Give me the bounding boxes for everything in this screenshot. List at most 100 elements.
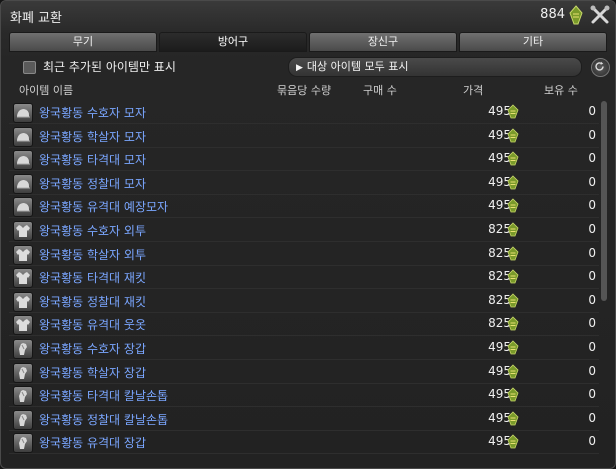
item-name[interactable]: 왕국황동 학살자 모자 [39,128,146,145]
list-item[interactable]: 왕국황동 학살자 장갑 495 0 [9,360,599,384]
item-list: 왕국황동 수호자 모자 495 0 왕국황동 학살자 모자 495 0 왕국황동 타격대 모… [9,100,599,464]
title-bar: 화폐 교환 884 [1,1,615,31]
coat-icon [13,291,33,312]
currency-icon [506,411,520,426]
item-name[interactable]: 왕국황동 유격대 예장모자 [39,198,168,215]
window-title: 화폐 교환 [10,11,62,26]
play-icon: ▶ [296,63,303,73]
list-item[interactable]: 왕국황동 수호자 모자 495 0 [9,100,599,124]
tab-armor[interactable]: 방어구 [159,32,307,52]
item-owned-count: 0 [588,222,596,236]
currency-icon [506,364,520,379]
currency-icon [506,387,520,402]
hat-icon [13,150,33,171]
list-item[interactable]: 왕국황동 정찰대 칼날손톱 495 0 [9,407,599,431]
tab-weapons[interactable]: 무기 [9,32,157,52]
column-header: 아이템 이름 묶음당 수량 구매 수 가격 보유 수 [1,81,615,99]
currency-icon [506,340,520,355]
coat-icon [13,221,33,241]
scrollbar[interactable] [601,101,607,301]
list-item[interactable]: 왕국황동 수호자 장갑 495 0 [9,336,599,360]
list-item[interactable]: 왕국황동 정찰대 모자 495 0 [9,171,599,195]
recent-items-checkbox[interactable] [23,61,36,74]
glove-icon [13,339,33,359]
coat-icon [13,244,33,265]
coat-icon [13,268,33,289]
item-owned-count: 0 [588,198,596,213]
hat-icon [13,126,33,147]
filter-row: 최근 추가된 아이템만 표시 ▶ 대상 아이템 모두 표시 [1,56,615,78]
glove-icon [13,362,33,383]
settings-icon[interactable] [589,4,611,26]
item-owned-count: 0 [588,127,596,142]
item-name[interactable]: 왕국황동 정찰대 모자 [39,175,146,192]
item-name[interactable]: 왕국황동 수호자 모자 [39,104,146,121]
list-item[interactable]: 왕국황동 학살자 외투 825 0 [9,242,599,266]
glove-icon [13,433,33,454]
list-item[interactable]: 왕국황동 정찰대 재킷 825 0 [9,289,599,313]
column-bundle-qty: 묶음당 수량 [277,84,332,97]
item-name[interactable]: 왕국황동 타격대 모자 [39,151,146,168]
coat-icon [13,315,33,336]
glove-icon [13,409,33,430]
item-name[interactable]: 왕국황동 수호자 외투 [39,222,146,239]
item-name[interactable]: 왕국황동 학살자 외투 [39,246,146,263]
item-owned-count: 0 [588,269,596,284]
list-item[interactable]: 왕국황동 유격대 웃옷 825 0 [9,312,599,337]
currency-icon [506,128,520,143]
currency-icon [506,434,520,449]
item-name[interactable]: 왕국황동 정찰대 칼날손톱 [39,411,168,428]
list-item[interactable]: 왕국황동 타격대 칼날손톱 495 0 [9,383,599,408]
item-owned-count: 0 [588,363,596,378]
column-owned: 보유 수 [544,84,578,97]
glove-icon [13,386,33,407]
item-owned-count: 0 [588,387,596,402]
item-owned-count: 0 [588,292,596,307]
currency-icon [506,198,520,213]
item-owned-count: 0 [588,174,596,189]
item-name[interactable]: 왕국황동 학살자 장갑 [39,364,146,381]
currency-icon [506,104,520,119]
hat-icon [13,173,33,194]
item-owned-count: 0 [588,151,596,166]
item-owned-count: 0 [588,245,596,260]
currency-icon [506,246,520,261]
currency-icon [506,316,520,331]
currency-icon [569,5,583,25]
item-owned-count: 0 [588,410,596,425]
refresh-button[interactable] [591,58,610,77]
currency-icon [506,222,520,237]
item-owned-count: 0 [588,104,596,118]
item-name[interactable]: 왕국황동 수호자 장갑 [39,340,146,357]
show-all-items-button[interactable]: ▶ 대상 아이템 모두 표시 [288,57,582,77]
refresh-icon [595,61,604,71]
currency-icon [506,269,520,284]
hat-icon [13,103,33,123]
list-item[interactable]: 왕국황동 유격대 예장모자 495 0 [9,194,599,219]
item-owned-count: 0 [588,316,596,331]
recent-items-label: 최근 추가된 아이템만 표시 [43,60,176,74]
list-item[interactable]: 왕국황동 유격대 장갑 495 0 [9,430,599,455]
hat-icon [13,197,33,218]
item-owned-count: 0 [588,434,596,449]
item-owned-count: 0 [588,340,596,354]
tab-other[interactable]: 기타 [459,32,607,52]
column-price: 가격 [463,84,484,97]
item-name[interactable]: 왕국황동 정찰대 재킷 [39,293,146,310]
list-item[interactable]: 왕국황동 타격대 모자 495 0 [9,147,599,172]
show-all-items-label: 대상 아이템 모두 표시 [306,60,409,73]
item-name[interactable]: 왕국황동 유격대 장갑 [39,434,146,451]
tab-accessories[interactable]: 장신구 [309,32,457,52]
list-item[interactable]: 왕국황동 수호자 외투 825 0 [9,218,599,242]
currency-exchange-window: 화폐 교환 884 무기 방어구 장신구 기타 최근 추가된 아이템만 표시 ▶… [0,0,616,469]
item-name[interactable]: 왕국황동 유격대 웃옷 [39,316,146,333]
column-buy-qty: 구매 수 [363,84,397,97]
category-tabs: 무기 방어구 장신구 기타 [9,32,607,52]
item-name[interactable]: 왕국황동 타격대 재킷 [39,269,146,286]
column-name: 아이템 이름 [19,84,74,97]
currency-icon [506,175,520,190]
item-name[interactable]: 왕국황동 타격대 칼날손톱 [39,387,168,404]
currency-count: 884 [540,7,565,22]
list-item[interactable]: 왕국황동 학살자 모자 495 0 [9,124,599,148]
list-item[interactable]: 왕국황동 타격대 재킷 825 0 [9,265,599,290]
